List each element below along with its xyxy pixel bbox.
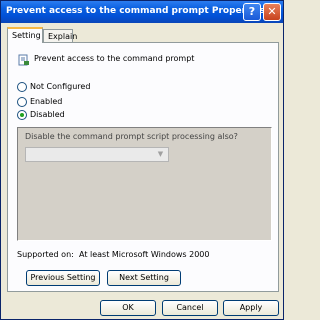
supported-on-label: Supported on: — [17, 250, 74, 259]
radio-disabled-label: Disabled — [30, 110, 65, 119]
supported-on-value: At least Microsoft Windows 2000 — [79, 250, 210, 259]
radio-not-configured-label: Not Configured — [30, 82, 91, 91]
title-bar[interactable]: Prevent access to the command prompt Pro… — [1, 1, 283, 23]
radio-not-configured-button[interactable] — [17, 82, 27, 92]
radio-enabled-button[interactable] — [17, 97, 27, 107]
close-icon: ✕ — [267, 5, 277, 18]
script-processing-dropdown[interactable]: ▼ — [25, 147, 169, 162]
help-button[interactable]: ? — [243, 3, 261, 21]
tab-explain-label: Explain — [48, 32, 78, 41]
apply-button[interactable]: Apply — [223, 300, 279, 316]
policy-title: Prevent access to the command prompt — [34, 54, 195, 63]
tab-explain[interactable]: Explain — [43, 29, 77, 43]
setting-panel: Prevent access to the command prompt Not… — [7, 42, 279, 292]
next-setting-button[interactable]: Next Setting — [107, 270, 181, 286]
cancel-button[interactable]: Cancel — [162, 300, 218, 316]
previous-setting-button[interactable]: Previous Setting — [26, 270, 100, 286]
help-icon: ? — [248, 5, 256, 18]
ok-button[interactable]: OK — [100, 300, 156, 316]
tab-setting[interactable]: Setting — [7, 27, 43, 43]
window-title: Prevent access to the command prompt Pro… — [6, 6, 265, 16]
policy-document-icon — [18, 54, 29, 66]
radio-disabled-button[interactable] — [17, 110, 27, 120]
close-button[interactable]: ✕ — [263, 3, 281, 21]
tab-setting-label: Setting — [12, 31, 41, 40]
script-processing-label: Disable the command prompt script proces… — [25, 132, 238, 141]
radio-enabled-label: Enabled — [30, 97, 63, 106]
chevron-down-icon[interactable]: ▼ — [154, 149, 167, 160]
options-area: Disable the command prompt script proces… — [17, 127, 272, 241]
properties-dialog: Prevent access to the command prompt Pro… — [0, 0, 284, 320]
